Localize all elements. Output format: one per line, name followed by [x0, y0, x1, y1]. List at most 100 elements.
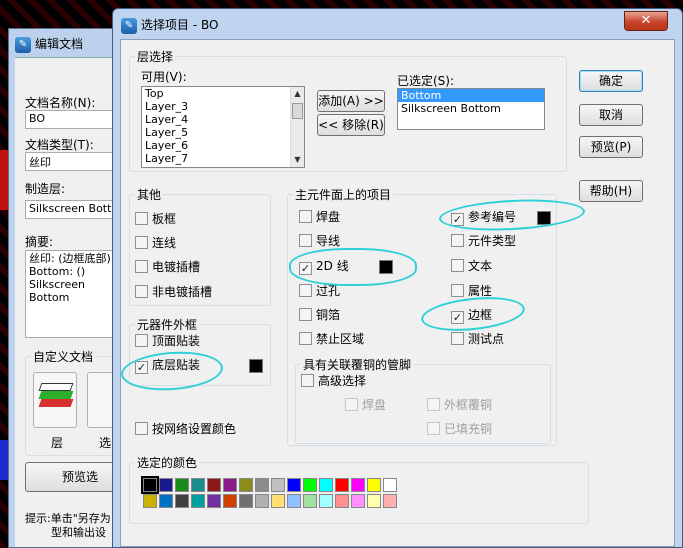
- color-swatch[interactable]: [141, 476, 159, 494]
- list-item[interactable]: Layer_5: [142, 126, 304, 139]
- color-swatch[interactable]: [367, 494, 381, 508]
- color-swatch[interactable]: [319, 478, 333, 492]
- color-swatch[interactable]: [255, 478, 269, 492]
- checkbox-box[interactable]: [299, 210, 312, 223]
- color-swatch[interactable]: [223, 478, 237, 492]
- color-swatch[interactable]: [239, 494, 253, 508]
- color-swatch[interactable]: [191, 494, 205, 508]
- available-layers-list[interactable]: Top Layer_3 Layer_4 Layer_5 Layer_6 Laye…: [141, 86, 305, 168]
- scroll-up-icon[interactable]: ▲: [291, 87, 304, 101]
- scroll-thumb[interactable]: [292, 103, 303, 119]
- list-item[interactable]: Bottom: [398, 89, 544, 102]
- color-swatch[interactable]: [383, 478, 397, 492]
- checkbox-box[interactable]: [135, 334, 148, 347]
- checkbox-net-color[interactable]: 按网络设置颜色: [135, 422, 236, 438]
- color-swatch[interactable]: [175, 494, 189, 508]
- checkbox-box[interactable]: [299, 234, 312, 247]
- color-swatch[interactable]: [223, 494, 237, 508]
- checkbox-keepout[interactable]: 禁止区域: [299, 332, 364, 348]
- color-swatch[interactable]: [383, 494, 397, 508]
- checkbox-text[interactable]: 文本: [451, 259, 492, 275]
- list-item[interactable]: Layer_3: [142, 100, 304, 113]
- help-button[interactable]: 帮助(H): [579, 180, 643, 202]
- checkbox-box[interactable]: [451, 284, 464, 297]
- color-swatch[interactable]: [351, 478, 365, 492]
- checkbox-advanced[interactable]: 高级选择: [301, 374, 366, 390]
- color-swatch[interactable]: [271, 478, 285, 492]
- color-swatch[interactable]: [303, 478, 317, 492]
- checkbox-part-type[interactable]: 元件类型: [451, 234, 516, 250]
- checkbox-outline-copper[interactable]: 外框覆铜: [427, 398, 492, 414]
- color-swatch[interactable]: [335, 494, 349, 508]
- close-button[interactable]: ✕: [624, 11, 668, 31]
- color-swatch[interactable]: [351, 494, 365, 508]
- color-swatch[interactable]: [287, 478, 301, 492]
- checkbox-via[interactable]: 过孔: [299, 284, 340, 300]
- color-swatch[interactable]: [319, 494, 333, 508]
- checkbox-box[interactable]: [345, 398, 358, 411]
- checkbox-box[interactable]: [135, 236, 148, 249]
- bottom-mount-color-swatch[interactable]: [249, 359, 263, 373]
- summary-textarea[interactable]: 丝印: (边框底部) Bottom: () Silkscreen Bottom: [25, 250, 121, 338]
- scroll-down-icon[interactable]: ▼: [291, 153, 304, 167]
- checkbox-box[interactable]: [451, 332, 464, 345]
- doc-name-input[interactable]: BO: [25, 110, 121, 129]
- checkbox-nonplated-slot[interactable]: 非电镀插槽: [135, 285, 212, 301]
- checkbox-pad[interactable]: 焊盘: [299, 210, 340, 226]
- color-swatch[interactable]: [303, 494, 317, 508]
- checkbox-top-mount[interactable]: 顶面贴装: [135, 334, 200, 350]
- color-swatch[interactable]: [255, 494, 269, 508]
- cancel-button[interactable]: 取消: [579, 104, 643, 126]
- color-swatch[interactable]: [159, 494, 173, 508]
- checkbox-box[interactable]: [135, 285, 148, 298]
- checkbox-filled-copper[interactable]: 已填充铜: [427, 422, 492, 438]
- checkbox-plated-slot[interactable]: 电镀插槽: [135, 260, 200, 276]
- annotation-circle: [289, 248, 417, 286]
- pcb-trace: [0, 440, 8, 480]
- selected-label: 已选定(S):: [397, 74, 455, 88]
- checkbox-pin-pad[interactable]: 焊盘: [345, 398, 386, 414]
- color-swatch[interactable]: [287, 494, 301, 508]
- checkbox-box[interactable]: [135, 260, 148, 273]
- checkbox-box[interactable]: [135, 422, 148, 435]
- preview-button[interactable]: 预览(P): [579, 136, 643, 158]
- ok-button[interactable]: 确定: [579, 70, 643, 92]
- checkbox-box[interactable]: [427, 422, 440, 435]
- color-swatch[interactable]: [367, 478, 381, 492]
- layers-icon-button[interactable]: [33, 372, 77, 428]
- checkbox-box[interactable]: [299, 332, 312, 345]
- color-swatch[interactable]: [159, 478, 173, 492]
- list-item[interactable]: Silkscreen Bottom: [398, 102, 544, 115]
- summary-line: Bottom: (): [29, 265, 86, 278]
- list-item[interactable]: Top: [142, 87, 304, 100]
- checkbox-board-outline[interactable]: 板框: [135, 212, 176, 228]
- checkbox-box[interactable]: [451, 234, 464, 247]
- list-item[interactable]: Layer_6: [142, 139, 304, 152]
- color-swatch[interactable]: [335, 478, 349, 492]
- remove-button[interactable]: << 移除(R): [317, 114, 385, 136]
- color-swatch[interactable]: [175, 478, 189, 492]
- list-item[interactable]: Layer_4: [142, 113, 304, 126]
- list-scrollbar[interactable]: ▲ ▼: [290, 87, 304, 167]
- color-swatch[interactable]: [207, 494, 221, 508]
- layer-select[interactable]: Silkscreen Bottom: [25, 200, 121, 219]
- checkbox-box[interactable]: [301, 374, 314, 387]
- add-button[interactable]: 添加(A) >>: [317, 90, 385, 112]
- color-swatch[interactable]: [191, 478, 205, 492]
- checkbox-box[interactable]: [299, 308, 312, 321]
- checkbox-box[interactable]: [299, 284, 312, 297]
- checkbox-box[interactable]: [135, 212, 148, 225]
- checkbox-connection[interactable]: 连线: [135, 236, 176, 252]
- list-item[interactable]: Layer_7: [142, 152, 304, 165]
- available-label: 可用(V):: [141, 70, 187, 84]
- color-swatch[interactable]: [239, 478, 253, 492]
- checkbox-test-point[interactable]: 测试点: [451, 332, 504, 348]
- doc-type-select[interactable]: 丝印: [25, 152, 121, 171]
- checkbox-box[interactable]: [427, 398, 440, 411]
- selected-layers-list[interactable]: Bottom Silkscreen Bottom: [397, 88, 545, 130]
- checkbox-box[interactable]: [451, 259, 464, 272]
- color-swatch[interactable]: [207, 478, 221, 492]
- color-swatch[interactable]: [271, 494, 285, 508]
- color-swatch[interactable]: [143, 494, 157, 508]
- checkbox-copper[interactable]: 铜箔: [299, 308, 340, 324]
